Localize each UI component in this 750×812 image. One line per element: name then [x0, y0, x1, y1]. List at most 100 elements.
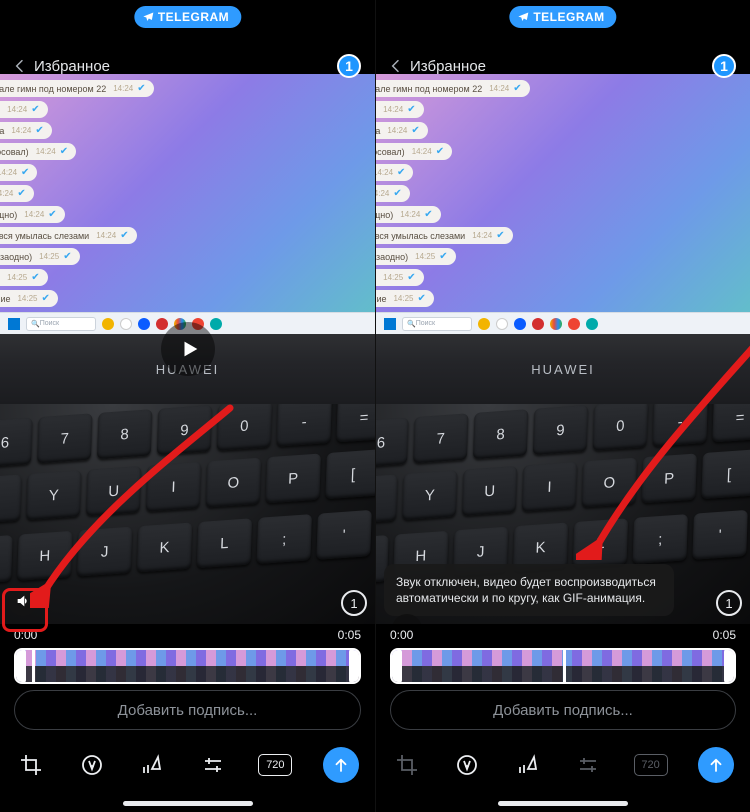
- keyboard-key: 7: [37, 413, 92, 463]
- chrome-icon: [550, 318, 562, 330]
- keyboard-key: L: [573, 518, 628, 568]
- editor-toolbar: 720: [376, 740, 750, 790]
- send-button[interactable]: [323, 747, 359, 783]
- keyboard-key: I: [146, 462, 201, 512]
- keyboard-key: P: [265, 453, 320, 503]
- adjust-tool[interactable]: [198, 750, 228, 780]
- keyboard-key: 6: [0, 418, 33, 468]
- keyboard-key: 9: [157, 405, 212, 455]
- chat-message-bubble: ообщение14:25✔: [0, 290, 58, 307]
- keyboard-key: -: [652, 404, 707, 447]
- taskbar-app-icon: [496, 318, 508, 330]
- laptop-lid: HUAWEI: [376, 334, 750, 404]
- caption-input[interactable]: Добавить подпись...: [390, 690, 736, 730]
- left-screenshot: TELEGRAM Избранное 1 на портале гимн под…: [0, 0, 375, 812]
- quality-selector[interactable]: 720: [258, 754, 292, 776]
- taskbar-app-icon: [102, 318, 114, 330]
- taskbar-search: 🔍 Поиск: [26, 317, 96, 331]
- keyboard-key: O: [582, 458, 637, 508]
- trim-timeline[interactable]: 0:00 0:05: [376, 628, 750, 684]
- send-button[interactable]: [698, 747, 734, 783]
- nav-header: Избранное 1: [376, 52, 750, 80]
- taskbar-app-icon: [514, 318, 526, 330]
- keyboard-key: ': [692, 510, 747, 560]
- chat-message-bubble: вообще14:25✔: [376, 269, 424, 286]
- keyboard-key: I: [522, 462, 577, 512]
- video-preview[interactable]: на портале гимн под номером 2214:24✔осов…: [376, 74, 750, 624]
- trim-handle-left[interactable]: [14, 648, 26, 684]
- yandex-icon: [568, 318, 580, 330]
- taskbar-app-icon: [532, 318, 544, 330]
- trim-playhead[interactable]: [563, 648, 566, 684]
- draw-tool[interactable]: [513, 750, 543, 780]
- trim-playhead[interactable]: [32, 648, 35, 684]
- chat-message-bubble: прям я вся умылась слезами14:24✔: [0, 227, 137, 244]
- chat-bubble-column: на портале гимн под номером 2214:24✔осов…: [376, 74, 576, 334]
- media-index-badge[interactable]: 1: [716, 590, 742, 616]
- chat-message-bubble: от смеха14:24✔: [0, 122, 52, 139]
- keyboard-key: 6: [376, 418, 409, 468]
- keyboard-key: T: [0, 474, 22, 524]
- keyboard-key: =: [712, 404, 750, 442]
- keyboard-key: 0: [217, 404, 272, 451]
- keyboard-key: =: [336, 404, 375, 442]
- chat-message-bubble: проголосовал)14:24✔: [376, 143, 452, 160]
- keyboard-key: H: [17, 531, 72, 581]
- taskbar-app-icon: [586, 318, 598, 330]
- keyboard-key: 0: [593, 404, 648, 451]
- caption-placeholder: Добавить подпись...: [118, 702, 258, 719]
- trim-timeline[interactable]: 0:00 0:05: [0, 628, 375, 684]
- chat-message-bubble: на портале гимн под номером 2214:24✔: [376, 80, 530, 97]
- chat-message-bubble: прям я вся умылась слезами14:24✔: [376, 227, 513, 244]
- home-indicator[interactable]: [123, 801, 253, 806]
- text-tool[interactable]: [77, 750, 107, 780]
- keyboard-key: T: [376, 474, 398, 524]
- video-preview[interactable]: на портале гимн под номером 2214:24✔осов…: [0, 74, 375, 624]
- chat-message-bubble: есть14:24✔: [0, 185, 34, 202]
- play-button[interactable]: [161, 322, 215, 376]
- trim-end-time: 0:05: [713, 628, 736, 642]
- keyboard-key: ': [316, 510, 371, 560]
- chat-title[interactable]: Избранное: [34, 58, 337, 75]
- keyboard-key: J: [77, 527, 132, 577]
- selection-count-badge: 1: [337, 54, 361, 78]
- text-tool[interactable]: [452, 750, 482, 780]
- telegram-badge: TELEGRAM: [509, 6, 616, 28]
- back-icon[interactable]: [14, 58, 30, 74]
- keyboard-key: P: [641, 453, 696, 503]
- editor-toolbar: 720: [0, 740, 375, 790]
- taskbar-app-icon: [210, 318, 222, 330]
- taskbar-app-icon: [138, 318, 150, 330]
- media-index-badge[interactable]: 1: [341, 590, 367, 616]
- chat-message-bubble: ообщение14:25✔: [376, 290, 434, 307]
- caption-input[interactable]: Добавить подпись...: [14, 690, 361, 730]
- keyboard-key: [: [701, 449, 750, 499]
- trim-start-time: 0:00: [390, 628, 413, 642]
- chat-message-bubble: рилась заодно)14:25✔: [0, 248, 80, 265]
- trim-handle-right[interactable]: [724, 648, 736, 684]
- trim-strip[interactable]: [14, 648, 361, 684]
- keyboard-key: U: [86, 466, 141, 516]
- keyboard-key: ;: [256, 514, 311, 564]
- keyboard-key: 7: [413, 413, 468, 463]
- chat-bubble-column: на портале гимн под номером 2214:24✔осов…: [0, 74, 200, 334]
- chat-message-bubble: на портале гимн под номером 2214:24✔: [0, 80, 154, 97]
- crop-tool[interactable]: [16, 750, 46, 780]
- back-icon[interactable]: [390, 58, 406, 74]
- telegram-badge: TELEGRAM: [134, 6, 241, 28]
- keyboard-key: U: [462, 466, 517, 516]
- trim-handle-right[interactable]: [349, 648, 361, 684]
- trim-strip[interactable]: [390, 648, 736, 684]
- trim-start-time: 0:00: [14, 628, 37, 642]
- draw-tool[interactable]: [137, 750, 167, 780]
- trim-handle-left[interactable]: [390, 648, 402, 684]
- adjust-tool: [573, 750, 603, 780]
- chat-title[interactable]: Избранное: [410, 58, 712, 75]
- taskbar-search: 🔍 Поиск: [402, 317, 472, 331]
- keyboard-key: [: [325, 449, 375, 499]
- mute-toggle-button[interactable]: [8, 586, 38, 616]
- home-indicator[interactable]: [498, 801, 628, 806]
- keyboard-key: -: [276, 404, 331, 447]
- caption-placeholder: Добавить подпись...: [493, 702, 633, 719]
- taskbar-app-icon: [120, 318, 132, 330]
